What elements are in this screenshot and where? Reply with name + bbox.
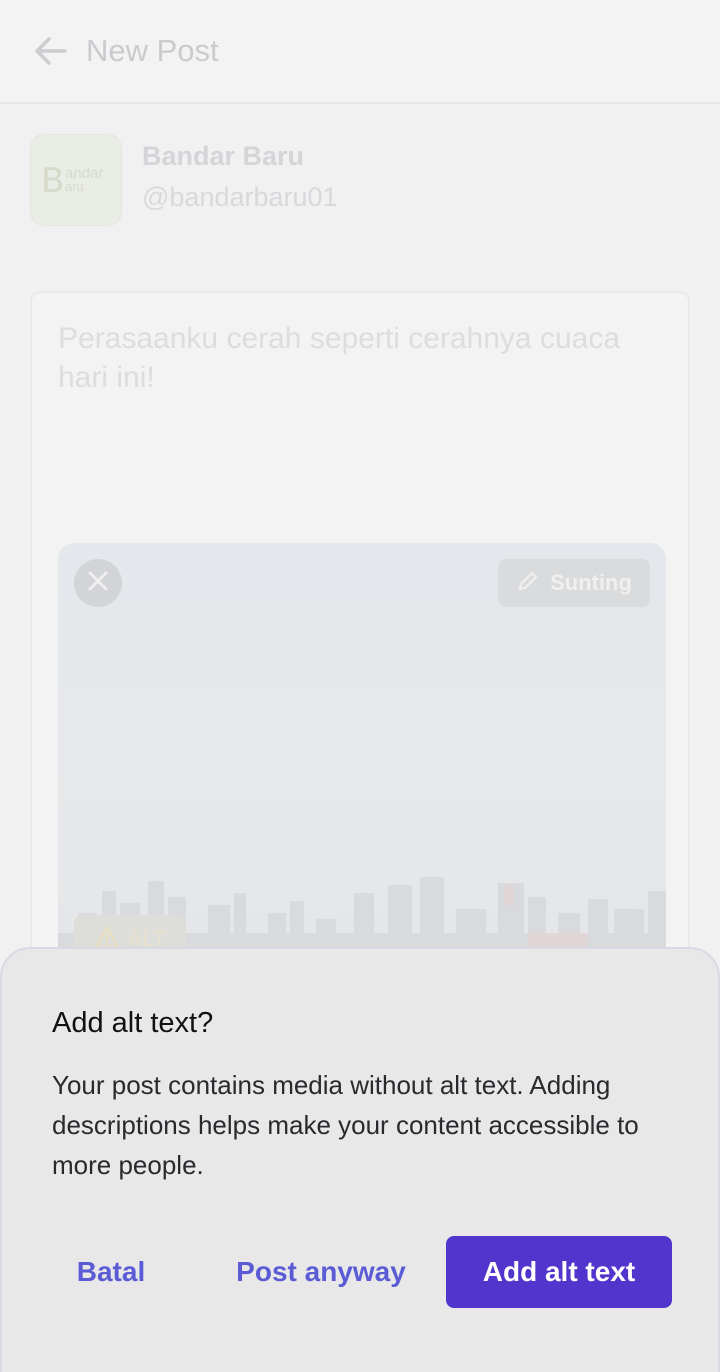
dialog-title: Add alt text? [52,1007,214,1039]
dialog-message: Your post contains media without alt tex… [52,1070,639,1180]
add-alt-text-button[interactable]: Add alt text [446,1236,672,1308]
alt-text-dialog: Add alt text? Your post contains media w… [0,947,720,1372]
post-anyway-button[interactable]: Post anyway [228,1236,414,1308]
cancel-button[interactable]: Batal [56,1236,166,1308]
